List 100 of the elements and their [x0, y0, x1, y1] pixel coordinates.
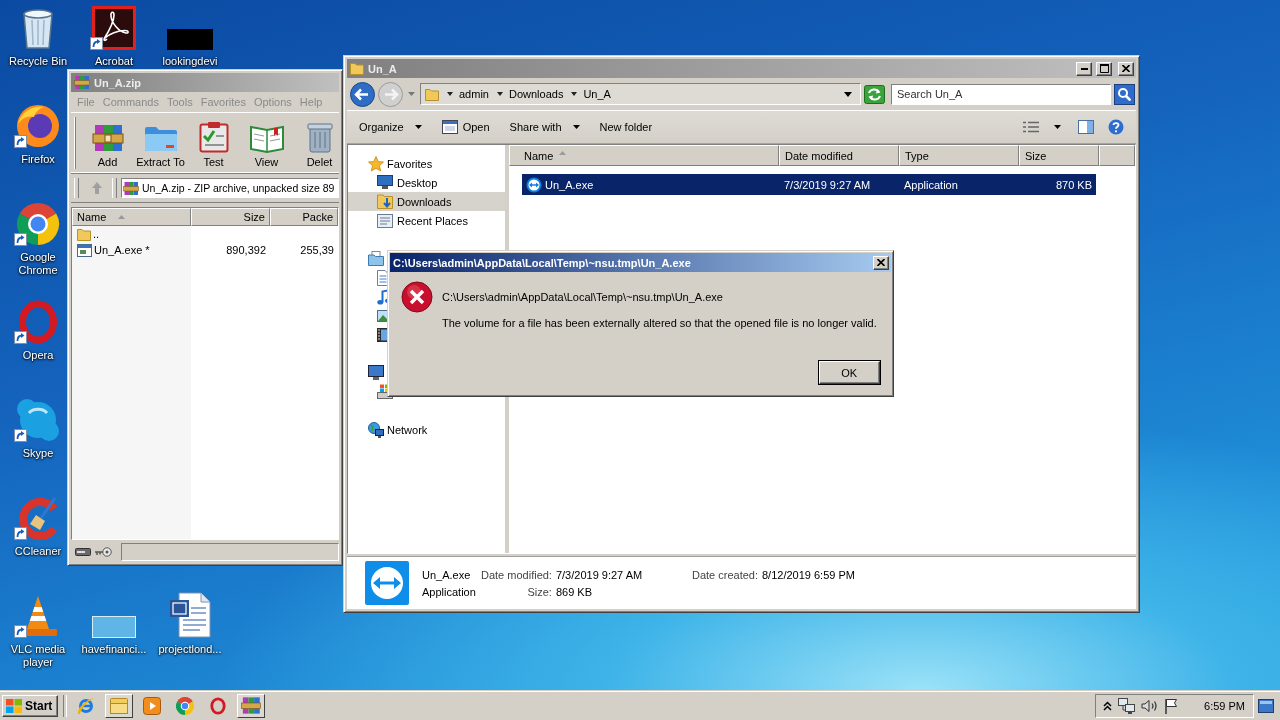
up-arrow-icon	[91, 181, 103, 195]
file-name[interactable]: ..	[93, 228, 100, 240]
minimize-button[interactable]	[1076, 61, 1092, 76]
address-bar[interactable]: admin Downloads Un_A	[420, 83, 861, 105]
desktop-icon-label[interactable]: Skype	[22, 447, 54, 460]
nav-item[interactable]: Recent Places	[348, 211, 505, 230]
close-icon	[1122, 65, 1130, 72]
caret-icon[interactable]	[496, 92, 503, 96]
column-header[interactable]: Date modified	[779, 145, 899, 166]
error-icon	[401, 281, 433, 313]
nav-item[interactable]: Favorites	[348, 154, 505, 173]
speaker-icon[interactable]	[1141, 698, 1159, 713]
desktop-icon-label[interactable]: CCleaner	[14, 545, 62, 558]
refresh-button[interactable]	[864, 84, 885, 104]
table-cell-text: 7/3/2019 9:27 AM	[783, 178, 872, 191]
flag-icon[interactable]	[1164, 697, 1179, 714]
desktop-icon-label[interactable]: projectlond...	[158, 643, 222, 656]
redaction-block	[167, 29, 213, 50]
command-button[interactable]: Share with	[500, 115, 589, 139]
desktop-icon-label[interactable]: lookingdevi	[162, 55, 218, 68]
archive-icon	[123, 180, 139, 196]
file-name[interactable]: Un_A.exe *	[94, 244, 150, 256]
drive-icon	[75, 548, 91, 556]
window-title: Un_A	[368, 62, 397, 75]
start-button[interactable]: Start	[2, 694, 59, 717]
table-cell-text: Application	[903, 178, 959, 191]
key-icon	[94, 547, 112, 557]
chevron-up-icon[interactable]	[1103, 700, 1113, 711]
detail-value: 869 KB	[555, 585, 594, 598]
play-icon	[143, 696, 162, 715]
caret-icon[interactable]	[571, 92, 578, 96]
breadcrumb-item[interactable]: Un_A	[583, 88, 611, 100]
toolbar-button[interactable]: Test	[187, 113, 240, 173]
taskbar-button[interactable]	[105, 693, 134, 718]
network-icon	[368, 421, 384, 438]
show-desktop-icon[interactable]	[1258, 698, 1274, 713]
caret-icon[interactable]	[447, 92, 453, 96]
file-row[interactable]: Un_A.exe 7/3/2019 9:27 AM Application 870 KB	[522, 174, 1096, 195]
folder-icon	[110, 697, 129, 714]
command-button[interactable]: Open	[432, 115, 499, 139]
desktop-icon-label[interactable]: Google Chrome	[9, 251, 67, 277]
command-button[interactable]: Organize	[350, 115, 431, 139]
wheel-icon[interactable]	[16, 202, 60, 246]
back-button[interactable]	[350, 81, 375, 107]
detail-value: 8/12/2019 6:59 PM	[762, 568, 855, 581]
column-header[interactable]: Packe	[270, 208, 338, 226]
column-header[interactable]: Size	[191, 208, 270, 226]
o-ring-icon	[210, 696, 227, 715]
toolbar-button[interactable]: View	[240, 113, 293, 173]
taskbar-button[interactable]	[237, 693, 266, 718]
desktop-icon-label[interactable]: Recycle Bin	[8, 55, 68, 68]
dialog-button[interactable]: OK	[818, 361, 880, 384]
nav-item[interactable]: Desktop	[348, 173, 505, 192]
maximize-icon	[1099, 64, 1109, 73]
close-button[interactable]	[1118, 61, 1134, 76]
maximize-button[interactable]	[1096, 61, 1112, 76]
search-button[interactable]	[1114, 83, 1135, 105]
monitor-icon	[377, 175, 393, 190]
breadcrumb-item[interactable]: Downloads	[508, 88, 564, 100]
command-button[interactable]: New folder	[590, 115, 662, 139]
clock[interactable]: 6:59 PM	[1204, 699, 1245, 712]
cloud-icon[interactable]	[16, 398, 60, 442]
caret-icon[interactable]	[844, 91, 852, 97]
wheel-icon	[176, 696, 195, 715]
toolbar-button[interactable]: Add	[81, 113, 134, 173]
nav-item[interactable]: Downloads	[348, 192, 505, 211]
column-header[interactable]: Name	[72, 208, 191, 226]
detail-value: 7/3/2019 9:27 AM	[555, 568, 644, 581]
search-field[interactable]: Search Un_A	[891, 83, 1111, 105]
document-icon[interactable]	[169, 592, 211, 638]
app-tile-icon[interactable]	[92, 6, 136, 50]
library-folder-icon	[368, 251, 384, 266]
address-field[interactable]: Un_A.zip - ZIP archive, unpacked size 89	[121, 178, 339, 198]
desktop-icon-label[interactable]: havefinanci...	[81, 643, 147, 656]
o-ring-icon[interactable]	[18, 300, 58, 344]
desktop-icon-label[interactable]: VLC media player	[9, 643, 67, 669]
close-button[interactable]	[872, 255, 889, 270]
search-icon	[1118, 87, 1131, 101]
book-icon	[249, 124, 284, 153]
toolbar-button[interactable]: Extract To	[134, 113, 187, 173]
column-header[interactable]: Name	[509, 145, 779, 166]
file-name: Un_A.exe	[422, 568, 472, 581]
globe-icon[interactable]	[16, 104, 60, 148]
folder-icon	[350, 62, 364, 75]
trash-bin-icon	[306, 121, 333, 153]
network-icon[interactable]	[1118, 697, 1136, 714]
breadcrumb-item[interactable]: admin	[459, 88, 489, 100]
close-icon	[876, 259, 885, 266]
desktop-icon-label[interactable]: Acrobat	[95, 55, 133, 68]
trash-bin-icon[interactable]	[21, 6, 55, 50]
table-cell-text: 255,39	[299, 244, 335, 256]
archive-icon	[74, 75, 90, 90]
column-header[interactable]: Type	[899, 145, 1019, 166]
preview-pane-icon	[1078, 120, 1094, 134]
archive-books-icon	[241, 696, 262, 715]
column-header[interactable]: Size	[1019, 145, 1099, 166]
desktop-icon-label[interactable]: Firefox	[21, 153, 55, 166]
nav-item[interactable]: Network	[348, 420, 505, 439]
desktop-icon-label[interactable]: Opera	[22, 349, 54, 362]
brush-icon[interactable]	[17, 496, 59, 540]
